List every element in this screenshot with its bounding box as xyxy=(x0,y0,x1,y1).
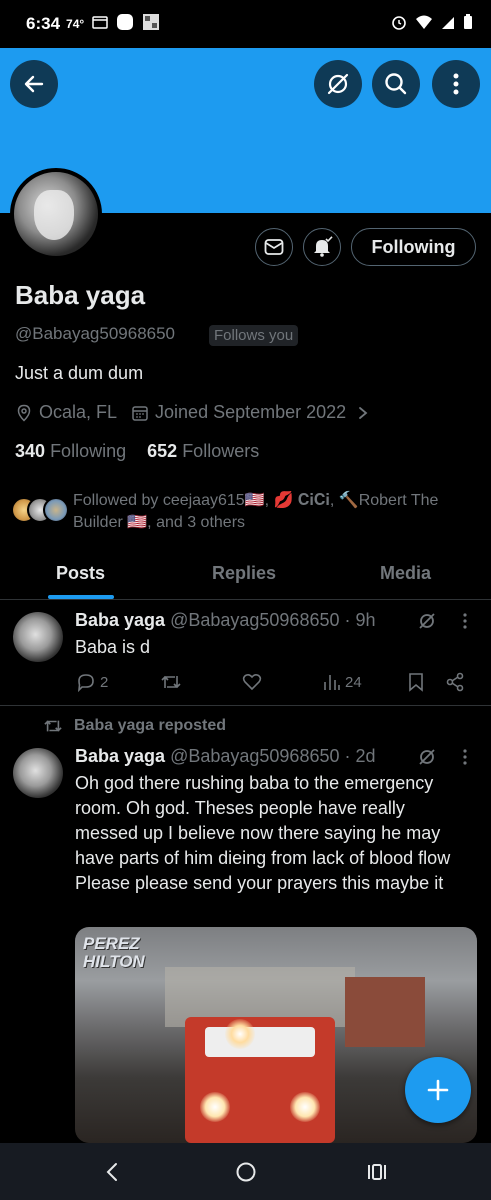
profile-tabs: Posts Replies Media xyxy=(0,548,491,600)
home-nav-icon[interactable] xyxy=(235,1161,257,1183)
message-button[interactable] xyxy=(255,228,293,266)
reply-count: 2 xyxy=(100,673,109,691)
profile-name: Baba yaga xyxy=(15,280,146,310)
followers-link[interactable]: 652 Followers xyxy=(147,441,259,461)
media-watermark: PEREZ HILTON xyxy=(83,934,145,971)
profile-avatar[interactable] xyxy=(10,168,102,260)
profile-bio: Just a dum dum xyxy=(15,363,144,383)
envelope-icon xyxy=(264,239,284,255)
post-author-handle: @Babayag50968650 · 9h xyxy=(170,610,376,630)
calendar-icon xyxy=(132,405,148,421)
more-vertical-icon xyxy=(453,73,459,95)
grok-icon[interactable] xyxy=(417,747,437,767)
compose-button[interactable] xyxy=(405,1057,471,1123)
post-header: Baba yaga @Babayag50968650 · 9h xyxy=(75,610,376,631)
status-time: 6:34 xyxy=(26,14,61,33)
views-icon xyxy=(324,675,340,690)
arrow-left-icon xyxy=(24,75,44,93)
wifi-icon xyxy=(415,14,433,35)
tab-posts[interactable]: Posts xyxy=(56,563,105,584)
grok-button[interactable] xyxy=(314,60,362,108)
media-ambulance-roof xyxy=(205,1027,315,1057)
repost-icon xyxy=(161,675,181,689)
profile-meta: Ocala, FL Joined September 2022 xyxy=(15,402,370,423)
search-button[interactable] xyxy=(372,60,420,108)
following-label: Following xyxy=(50,441,127,461)
calendar-icon xyxy=(92,14,108,34)
profile-joined: Joined September 2022 xyxy=(155,402,347,422)
post-divider xyxy=(0,705,491,706)
following-link[interactable]: 340 Following xyxy=(15,441,126,461)
media-headlight xyxy=(290,1092,320,1122)
followers-count: 652 xyxy=(147,441,178,461)
bell-check-icon xyxy=(314,236,333,257)
views-count: 24 xyxy=(345,673,362,691)
media-sign xyxy=(345,977,425,1047)
media-headlight xyxy=(200,1092,230,1122)
profile-handle: @Babayag50968650 xyxy=(15,324,176,343)
back-nav-icon[interactable] xyxy=(104,1161,120,1183)
notifications-button[interactable] xyxy=(303,228,341,266)
recents-nav-icon[interactable] xyxy=(366,1162,388,1182)
back-button[interactable] xyxy=(10,60,58,108)
signal-icon xyxy=(441,15,455,35)
chevron-right-icon[interactable] xyxy=(356,404,370,422)
post-author-handle: @Babayag50968650 · 2d xyxy=(170,746,376,766)
profile-location: Ocala, FL xyxy=(39,402,118,422)
views-button[interactable]: 24 xyxy=(323,672,362,692)
gallery-icon xyxy=(142,13,160,36)
status-bar: 6:34 74° xyxy=(0,0,491,48)
tab-media[interactable]: Media xyxy=(380,563,431,584)
active-tab-indicator xyxy=(48,595,114,599)
search-icon xyxy=(385,73,407,95)
post-avatar[interactable] xyxy=(13,612,63,662)
post-header: Baba yaga @Babayag50968650 · 2d xyxy=(75,746,376,767)
followed-by-line: Builder 🇺🇸, and 3 others xyxy=(73,514,246,531)
followed-by-text[interactable]: Followed by ceejaay615🇺🇸, 💋 𝐂𝐢𝐂𝐢, 🔨Rober… xyxy=(73,490,483,534)
media-light xyxy=(225,1019,255,1049)
repost-context[interactable]: Baba yaga reposted xyxy=(42,717,226,735)
battery-icon xyxy=(463,14,473,35)
grok-icon[interactable] xyxy=(417,611,437,631)
status-temp: 74° xyxy=(66,17,85,31)
post-text: Baba is d xyxy=(75,637,151,657)
post-text: Oh god there rushing baba to the emergen… xyxy=(75,773,451,893)
following-button[interactable]: Following xyxy=(351,228,476,266)
alarm-icon xyxy=(391,14,407,35)
location-icon xyxy=(17,404,31,422)
plus-icon xyxy=(427,1079,449,1101)
bookmark-icon[interactable] xyxy=(407,672,425,692)
more-button[interactable] xyxy=(432,60,480,108)
follower-avatar xyxy=(43,497,69,523)
like-button[interactable] xyxy=(242,672,262,692)
post-avatar[interactable] xyxy=(13,748,63,798)
grok-icon xyxy=(327,73,349,95)
post-author-name[interactable]: Baba yaga xyxy=(75,746,165,766)
repost-icon xyxy=(44,720,62,732)
reply-icon xyxy=(77,674,94,692)
repost-label: Baba yaga reposted xyxy=(74,717,227,734)
post-more-icon[interactable] xyxy=(462,612,468,630)
system-nav-bar xyxy=(0,1143,491,1200)
followed-by-line: Followed by ceejaay615🇺🇸, 💋 𝐂𝐢𝐂𝐢, 🔨Rober… xyxy=(73,492,439,509)
share-icon[interactable] xyxy=(445,672,465,692)
follow-counts: 340 Following 652 Followers xyxy=(15,441,259,462)
heart-icon xyxy=(242,673,262,691)
followers-label: Followers xyxy=(182,441,260,461)
post-more-icon[interactable] xyxy=(462,748,468,766)
tab-replies[interactable]: Replies xyxy=(212,563,276,584)
following-count: 340 xyxy=(15,441,46,461)
post-author-name[interactable]: Baba yaga xyxy=(75,610,165,630)
reply-button[interactable]: 2 xyxy=(76,672,108,692)
app-icon xyxy=(116,13,134,36)
follows-you-badge: Follows you xyxy=(209,325,299,346)
repost-button[interactable] xyxy=(160,672,182,692)
